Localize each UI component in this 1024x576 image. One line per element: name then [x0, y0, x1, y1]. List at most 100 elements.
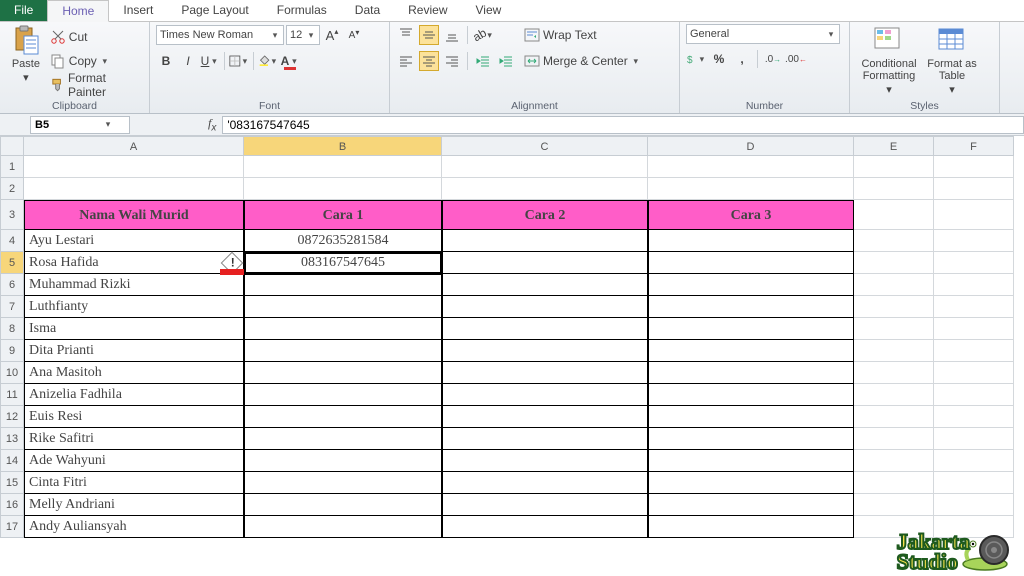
border-button[interactable]: ▾	[229, 51, 249, 71]
cell[interactable]	[934, 384, 1014, 406]
row-header[interactable]: 6	[0, 274, 24, 296]
cell[interactable]	[244, 362, 442, 384]
wrap-text-button[interactable]: Wrap Text	[524, 24, 641, 46]
row-header[interactable]: 5	[0, 252, 24, 274]
cell[interactable]	[934, 178, 1014, 200]
fill-color-button[interactable]: ▾	[258, 51, 278, 71]
grow-font-button[interactable]: A▴	[322, 25, 342, 45]
cell[interactable]	[648, 230, 854, 252]
percent-button[interactable]: %	[709, 49, 729, 69]
cell[interactable]	[934, 274, 1014, 296]
cell[interactable]	[648, 340, 854, 362]
format-table-button[interactable]: Format as Table▾	[926, 24, 978, 96]
row-header[interactable]: 1	[0, 156, 24, 178]
col-header[interactable]: C	[442, 136, 648, 156]
tab-page-layout[interactable]: Page Layout	[167, 0, 262, 21]
row-header[interactable]: 11	[0, 384, 24, 406]
row-header[interactable]: 13	[0, 428, 24, 450]
indent-decrease-button[interactable]	[473, 51, 493, 71]
conditional-formatting-button[interactable]: Conditional Formatting▾	[856, 24, 922, 96]
tab-data[interactable]: Data	[341, 0, 394, 21]
cell[interactable]	[934, 252, 1014, 274]
select-all-corner[interactable]	[0, 136, 24, 156]
orientation-button[interactable]: ab▾	[473, 25, 493, 45]
cell[interactable]	[24, 178, 244, 200]
row-header[interactable]: 7	[0, 296, 24, 318]
cell[interactable]: Anizelia Fadhila	[24, 384, 244, 406]
currency-button[interactable]: $▾	[686, 49, 706, 69]
cell[interactable]	[442, 340, 648, 362]
align-top-button[interactable]	[396, 25, 416, 45]
font-name-combo[interactable]: Times New Roman▾	[156, 25, 284, 45]
cell[interactable]: Cara 2	[442, 200, 648, 230]
cell[interactable]: Cara 1	[244, 200, 442, 230]
tab-view[interactable]: View	[462, 0, 516, 21]
col-header[interactable]: F	[934, 136, 1014, 156]
cell[interactable]: Euis Resi	[24, 406, 244, 428]
cell[interactable]: Cinta Fitri	[24, 472, 244, 494]
cell[interactable]: Ade Wahyuni	[24, 450, 244, 472]
dropdown-icon[interactable]: ▾	[103, 119, 113, 130]
cell[interactable]	[442, 516, 648, 538]
cell[interactable]	[244, 428, 442, 450]
increase-decimal-button[interactable]: .0→	[763, 49, 783, 69]
cell[interactable]	[442, 384, 648, 406]
cell[interactable]	[648, 494, 854, 516]
align-right-button[interactable]	[442, 51, 462, 71]
cell[interactable]	[648, 406, 854, 428]
comma-button[interactable]: ,	[732, 49, 752, 69]
cell[interactable]: Rosa Hafida	[24, 252, 244, 274]
tab-insert[interactable]: Insert	[109, 0, 167, 21]
cell[interactable]	[854, 384, 934, 406]
cell[interactable]	[244, 494, 442, 516]
cell[interactable]	[934, 428, 1014, 450]
cell[interactable]	[934, 362, 1014, 384]
cell[interactable]	[854, 252, 934, 274]
row-header[interactable]: 8	[0, 318, 24, 340]
cell[interactable]	[24, 156, 244, 178]
row-header[interactable]: 9	[0, 340, 24, 362]
align-bottom-button[interactable]	[442, 25, 462, 45]
cell[interactable]	[648, 156, 854, 178]
cell[interactable]: Dita Prianti	[24, 340, 244, 362]
cell[interactable]	[934, 494, 1014, 516]
cell[interactable]	[934, 450, 1014, 472]
row-header[interactable]: 16	[0, 494, 24, 516]
row-header[interactable]: 3	[0, 200, 24, 230]
cut-button[interactable]: Cut	[50, 26, 143, 48]
row-header[interactable]: 14	[0, 450, 24, 472]
shrink-font-button[interactable]: A▾	[344, 25, 364, 45]
cell[interactable]	[442, 450, 648, 472]
indent-increase-button[interactable]	[496, 51, 516, 71]
cell[interactable]: Melly Andriani	[24, 494, 244, 516]
cell[interactable]	[854, 472, 934, 494]
cell[interactable]	[854, 274, 934, 296]
cell[interactable]	[854, 340, 934, 362]
cell[interactable]	[648, 178, 854, 200]
cell[interactable]	[854, 178, 934, 200]
underline-button[interactable]: U▾	[200, 51, 220, 71]
cell[interactable]	[934, 340, 1014, 362]
col-header[interactable]: B	[244, 136, 442, 156]
cell[interactable]	[648, 516, 854, 538]
cell[interactable]	[934, 296, 1014, 318]
cell[interactable]	[854, 428, 934, 450]
row-header[interactable]: 15	[0, 472, 24, 494]
cell-selected[interactable]: 083167547645	[244, 252, 442, 274]
col-header[interactable]: A	[24, 136, 244, 156]
number-format-combo[interactable]: General▾	[686, 24, 840, 44]
align-center-button[interactable]	[419, 51, 439, 71]
cell[interactable]	[854, 156, 934, 178]
cell[interactable]	[244, 156, 442, 178]
row-header[interactable]: 2	[0, 178, 24, 200]
cell[interactable]	[442, 494, 648, 516]
col-header[interactable]: E	[854, 136, 934, 156]
cell[interactable]	[442, 296, 648, 318]
copy-button[interactable]: Copy▾	[50, 50, 143, 72]
cell[interactable]	[854, 230, 934, 252]
row-header[interactable]: 17	[0, 516, 24, 538]
cell[interactable]	[244, 178, 442, 200]
fx-icon[interactable]: fx	[208, 116, 216, 133]
cell[interactable]	[244, 318, 442, 340]
cell[interactable]	[244, 450, 442, 472]
